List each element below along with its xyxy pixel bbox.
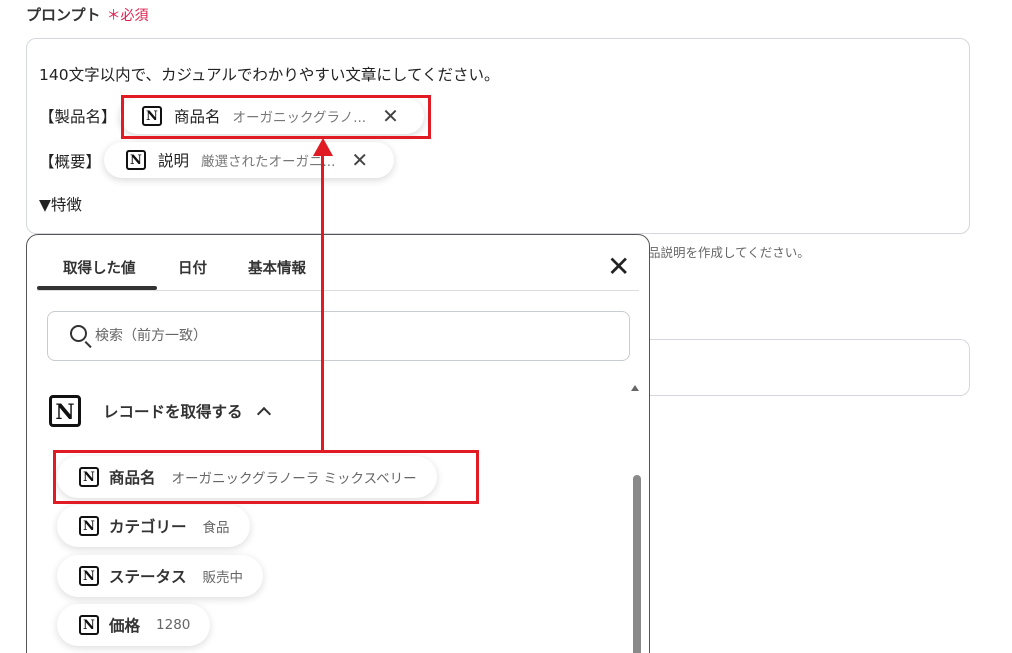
prompt-line-instructions: 140文字以内で、カジュアルでわかりやすい文章にしてください。 bbox=[39, 66, 500, 84]
prompt-line-overview-label: 【概要】 bbox=[39, 153, 102, 171]
notion-icon: N bbox=[79, 516, 99, 536]
notion-icon: N bbox=[79, 566, 99, 586]
search-input[interactable] bbox=[95, 324, 595, 348]
scroll-up-arrow[interactable] bbox=[631, 385, 639, 391]
field-hint-text: 品説明を作成してください。 bbox=[648, 245, 810, 260]
highlight-box-chip bbox=[121, 95, 431, 139]
item-value: 販売中 bbox=[202, 570, 244, 586]
item-name: ステータス bbox=[109, 568, 187, 586]
prompt-field-label: プロンプト ＊必須 bbox=[26, 4, 149, 25]
active-tab-indicator bbox=[37, 286, 157, 290]
tab-fetched-values[interactable]: 取得した値 bbox=[63, 257, 136, 278]
second-input-field[interactable] bbox=[648, 339, 970, 396]
search-box bbox=[47, 311, 630, 361]
prompt-label-text: プロンプト bbox=[26, 6, 101, 24]
notion-icon: N bbox=[126, 150, 146, 170]
item-name: カテゴリー bbox=[109, 518, 187, 536]
required-badge: ＊必須 bbox=[106, 8, 149, 24]
list-item-category[interactable]: N カテゴリー 食品 bbox=[57, 505, 250, 547]
annotation-arrow-line bbox=[321, 150, 324, 450]
chevron-up-icon[interactable] bbox=[256, 406, 271, 422]
group-label: レコードを取得する bbox=[103, 403, 243, 421]
prompt-line-features-label: ▼特徴 bbox=[39, 196, 82, 214]
chip-name: 説明 bbox=[158, 152, 190, 170]
prompt-line-product-label: 【製品名】 bbox=[39, 108, 117, 126]
notion-icon: N bbox=[79, 615, 99, 635]
item-value: 1280 bbox=[156, 617, 191, 633]
variable-chip-description[interactable]: N 説明 厳選されたオーガニ... ✕ bbox=[104, 142, 394, 178]
tab-date[interactable]: 日付 bbox=[178, 257, 207, 278]
tab-basic-info[interactable]: 基本情報 bbox=[248, 257, 306, 278]
list-item-price[interactable]: N 価格 1280 bbox=[57, 604, 211, 646]
highlight-box-list-item bbox=[53, 450, 479, 504]
close-icon[interactable]: ✕ bbox=[607, 253, 630, 281]
annotation-arrow-head bbox=[313, 138, 333, 156]
close-icon[interactable]: ✕ bbox=[351, 150, 368, 170]
item-value: 食品 bbox=[202, 520, 230, 536]
notion-icon: N bbox=[49, 395, 81, 427]
list-item-status[interactable]: N ステータス 販売中 bbox=[57, 555, 264, 597]
scrollbar-thumb[interactable] bbox=[633, 475, 641, 653]
picker-tabs: 取得した値 日付 基本情報 bbox=[37, 235, 639, 291]
search-icon bbox=[70, 325, 87, 342]
record-group-header[interactable]: N レコードを取得する bbox=[49, 395, 271, 427]
value-picker-panel: 取得した値 日付 基本情報 ✕ N レコードを取得する N 商品名 オーガニック… bbox=[26, 234, 650, 653]
item-name: 価格 bbox=[109, 617, 141, 635]
